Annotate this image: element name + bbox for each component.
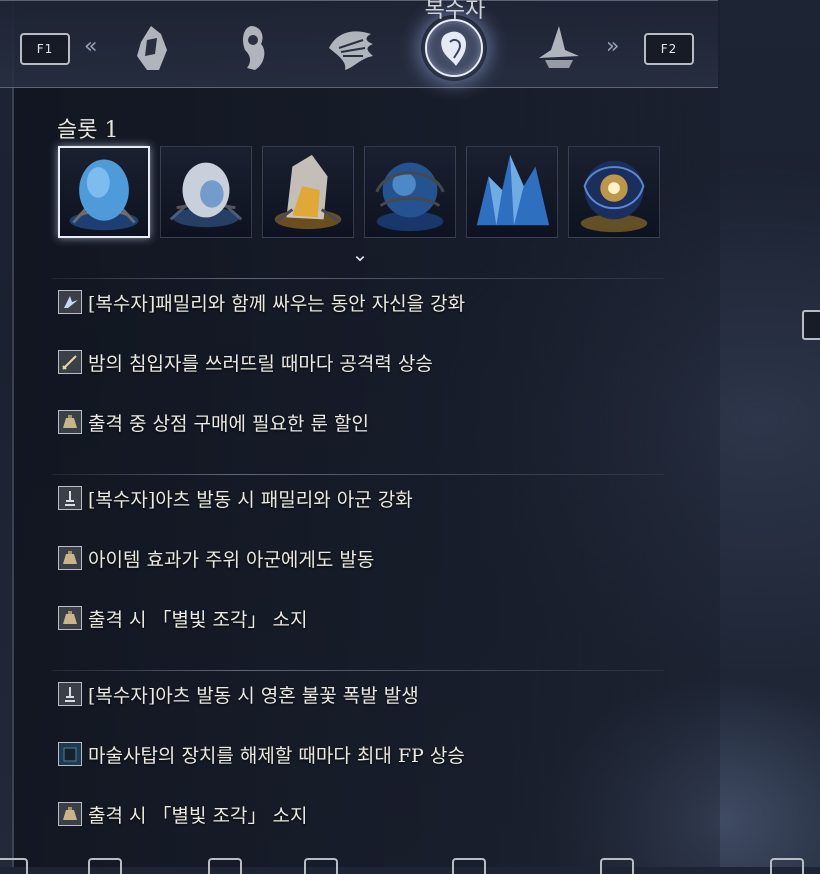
effect-row: 출격 시 「별빛 조각」 소지 [58, 604, 307, 632]
effect-text: [복수자]패밀리와 함께 싸우는 동안 자신을 강화 [88, 292, 466, 315]
expand-chevron-down-icon[interactable]: ⌄ [348, 242, 372, 266]
feathered-crest-icon[interactable] [318, 17, 384, 79]
sparkle-icon [58, 290, 82, 314]
sword-icon [58, 350, 82, 374]
tower-icon [58, 742, 82, 766]
hint-key-icon [600, 858, 634, 874]
revenant-icon[interactable] [421, 15, 487, 81]
hooded-figure-icon[interactable] [220, 17, 286, 79]
effect-text: 출격 시 「별빛 조각」 소지 [88, 608, 308, 631]
blue-orb-relic-icon [375, 162, 445, 232]
effect-text: 밤의 침입자를 쓰러뜨릴 때마다 공격력 상승 [88, 352, 433, 375]
wizard-hat-icon[interactable] [524, 17, 590, 79]
arts-icon [58, 682, 82, 706]
side-panel-button[interactable] [802, 310, 820, 340]
effect-row: 출격 중 상점 구매에 필요한 룬 할인 [58, 408, 369, 436]
hint-key-icon [0, 858, 28, 874]
slot-title: 슬롯 1 [57, 118, 119, 143]
rune-bag-icon [58, 546, 82, 570]
rune-bag-icon [58, 606, 82, 630]
amber-crystal-relic-icon [274, 154, 342, 230]
relic-slot-4[interactable] [364, 146, 456, 238]
relic-slot-3[interactable] [262, 146, 354, 238]
effect-text: 아이템 효과가 주위 아군에게도 발동 [88, 548, 375, 571]
prev-chevron-icon[interactable]: « [84, 35, 97, 59]
rune-bag-icon [58, 802, 82, 826]
effect-row: [복수자]패밀리와 함께 싸우는 동안 자신을 강화 [58, 288, 465, 316]
hint-key-icon [770, 858, 804, 874]
effect-text: 출격 시 「별빛 조각」 소지 [88, 804, 308, 827]
effect-row: 마술사탑의 장치를 해제할 때마다 최대 FP 상승 [58, 740, 465, 768]
divider [52, 474, 664, 475]
blue-crystal-relic-icon [476, 154, 550, 226]
relic-slot-2[interactable] [160, 146, 252, 238]
blue-egg-relic-icon [69, 159, 139, 231]
effect-row: [복수자]아츠 발동 시 영혼 불꽃 폭발 발생 [58, 680, 419, 708]
hint-key-icon [208, 858, 242, 874]
effect-text: 출격 중 상점 구매에 필요한 룬 할인 [88, 412, 369, 435]
white-egg-relic-icon [169, 162, 243, 228]
divider [52, 278, 664, 279]
hint-key-icon [88, 858, 122, 874]
prev-class-key[interactable]: F1 [20, 33, 70, 65]
effect-text: [복수자]아츠 발동 시 영혼 불꽃 폭발 발생 [88, 684, 419, 707]
effect-row: 아이템 효과가 주위 아군에게도 발동 [58, 544, 374, 572]
divider [52, 670, 664, 671]
effect-row: 출격 시 「별빛 조각」 소지 [58, 800, 307, 828]
rune-bag-icon [58, 410, 82, 434]
effect-text: 마술사탑의 장치를 해제할 때마다 최대 FP 상승 [88, 744, 465, 767]
effect-row: [복수자]아츠 발동 시 패밀리와 아군 강화 [58, 484, 413, 512]
arts-icon [58, 486, 82, 510]
relic-slot-1[interactable] [58, 146, 150, 238]
control-hints-bar [0, 858, 820, 874]
effect-text: [복수자]아츠 발동 시 패밀리와 아군 강화 [88, 488, 413, 511]
class-selector-bar: F1 « » F2 [0, 0, 718, 88]
hooded-warrior-icon[interactable] [118, 17, 184, 79]
active-class-label: 복수자 [424, 0, 486, 23]
golden-orb-relic-icon [580, 160, 648, 233]
hint-key-icon [304, 858, 338, 874]
effect-row: 밤의 침입자를 쓰러뜨릴 때마다 공격력 상승 [58, 348, 433, 376]
hint-key-icon [452, 858, 486, 874]
next-class-key[interactable]: F2 [644, 33, 694, 65]
next-chevron-icon[interactable]: » [606, 35, 619, 59]
relic-slot-5[interactable] [466, 146, 558, 238]
relic-slot-6[interactable] [568, 146, 660, 238]
